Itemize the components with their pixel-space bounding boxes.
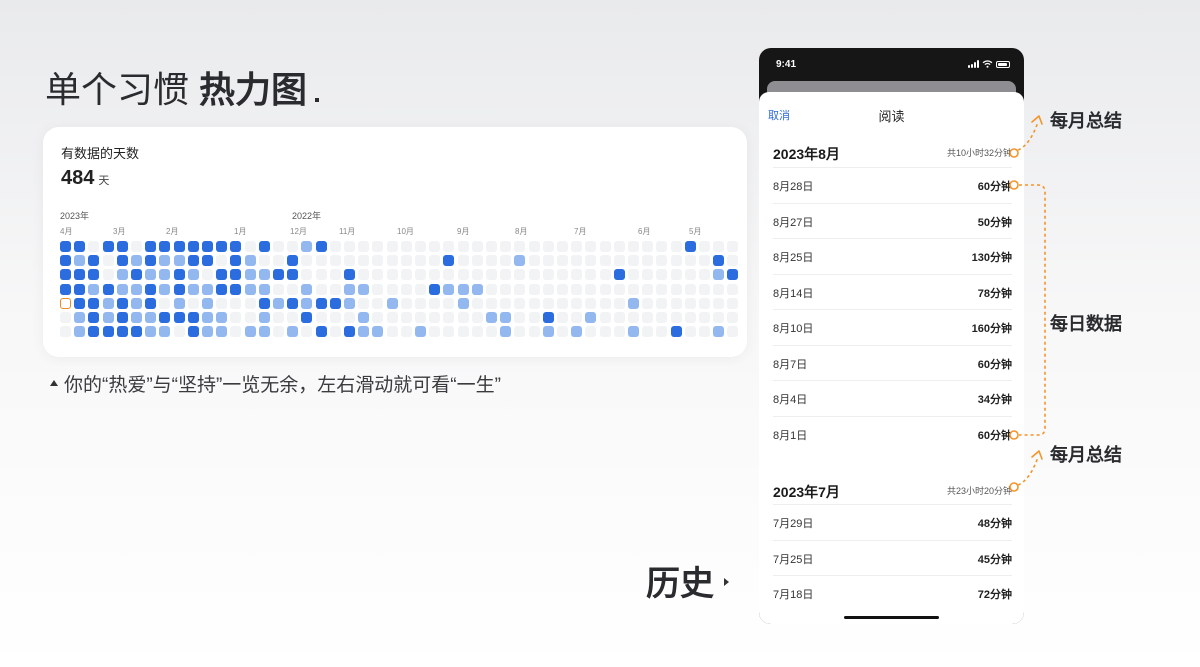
annotation-overlay [1009, 115, 1046, 492]
connector-summary-jul [1017, 456, 1039, 486]
connector-summary-aug [1017, 121, 1039, 151]
arrow-head-icon [1031, 450, 1043, 460]
marker-dot [1009, 180, 1019, 190]
marker-dot [1009, 148, 1019, 158]
annotation-daily-data: 每日数据 [1050, 314, 1122, 334]
marker-dot [1009, 430, 1019, 440]
annotation-monthly-summary: 每月总结 [1050, 111, 1122, 131]
bracket-daily-data [1019, 184, 1046, 436]
arrow-head-icon [1031, 115, 1043, 125]
annotation-monthly-summary: 每月总结 [1050, 445, 1122, 465]
marker-dot [1009, 482, 1019, 492]
